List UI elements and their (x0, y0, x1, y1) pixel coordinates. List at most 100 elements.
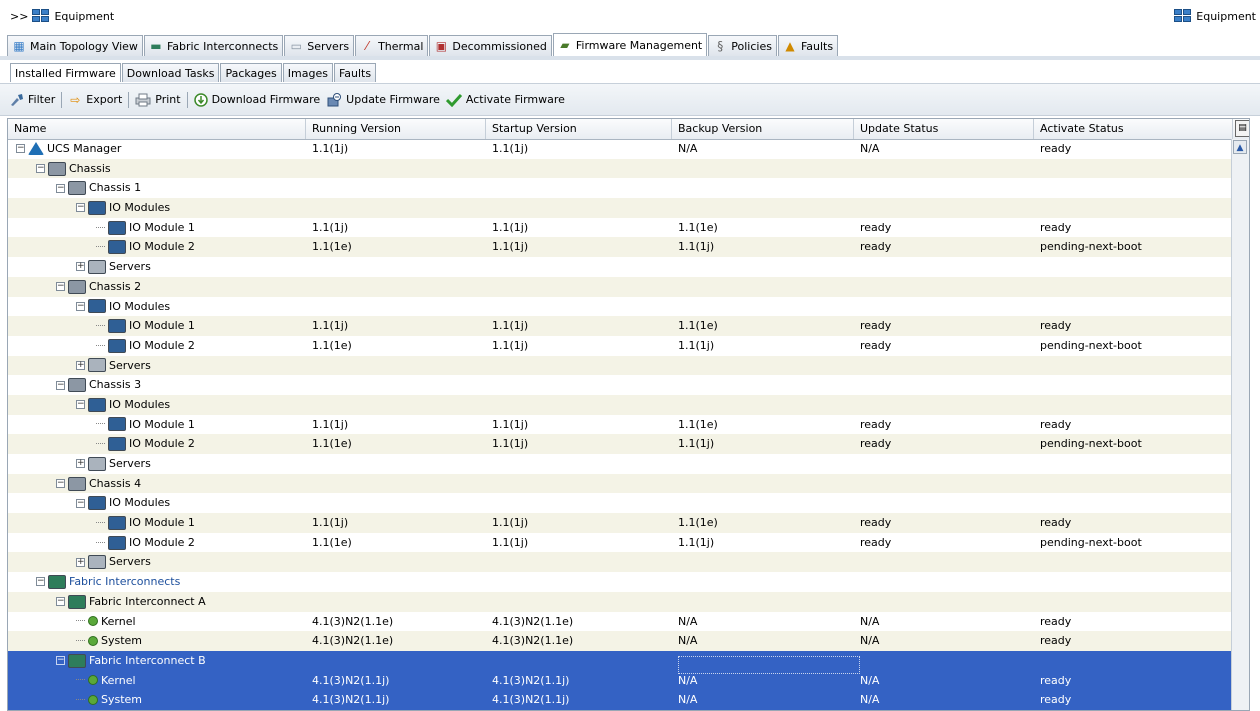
subtab-faults[interactable]: Faults (333, 63, 377, 82)
collapse-icon[interactable]: − (76, 498, 85, 508)
collapse-icon[interactable]: − (76, 400, 85, 410)
column-header-running-version[interactable]: Running Version (306, 119, 486, 139)
subtab-images[interactable]: Images (282, 63, 333, 82)
column-header-update-status[interactable]: Update Status (854, 119, 1034, 139)
tree-node-label: IO Module 1 (129, 319, 195, 333)
expand-icon[interactable]: + (76, 360, 85, 370)
update-status-cell: N/A (860, 673, 880, 687)
table-row[interactable]: + Servers (8, 552, 1233, 573)
table-row[interactable]: Kernel 4.1(3)N2(1.1j) 4.1(3)N2(1.1j) N/A N/A… (8, 670, 1233, 691)
collapse-icon[interactable]: − (56, 282, 65, 292)
table-row[interactable]: IO Module 2 1.1(1e) 1.1(1j) 1.1(1j) ready pen… (8, 434, 1233, 454)
table-row[interactable]: − Chassis 3 (8, 375, 1233, 395)
table-row[interactable]: − IO Modules (8, 198, 1233, 218)
column-header-activate-status[interactable]: Activate Status (1034, 119, 1233, 139)
table-row[interactable]: IO Module 1 1.1(1j) 1.1(1j) 1.1(1e) ready rea… (8, 316, 1233, 336)
activate-status-cell: pending-next-boot (1040, 338, 1142, 352)
vertical-scrollbar[interactable]: ▲ (1231, 139, 1249, 710)
collapse-icon[interactable]: − (56, 656, 65, 666)
tab-decommissioned[interactable]: ▣ Decommissioned (429, 35, 552, 56)
equipment-icon (1174, 9, 1192, 23)
table-row[interactable]: IO Module 1 1.1(1j) 1.1(1j) 1.1(1e) ready rea… (8, 513, 1233, 533)
tab-faults[interactable]: ▲ Faults (777, 35, 839, 56)
subtab-packages[interactable]: Packages (220, 63, 282, 82)
table-row[interactable]: + Servers (8, 454, 1233, 474)
tab-main-topology-view[interactable]: ▦ Main Topology View (7, 35, 143, 56)
collapse-icon[interactable]: − (36, 577, 45, 587)
expand-icon[interactable]: + (76, 459, 85, 469)
expand-icon[interactable]: + (76, 557, 85, 567)
tree-table-body: − UCS Manager 1.1(1j) 1.1(1j) N/A N/A ready − Ch… (8, 139, 1233, 710)
table-row[interactable]: − Chassis 2 (8, 276, 1233, 297)
table-row[interactable]: − UCS Manager 1.1(1j) 1.1(1j) N/A N/A ready (8, 139, 1233, 159)
tree-node-label: Fabric Interconnect B (89, 653, 206, 667)
collapse-icon[interactable]: − (56, 380, 65, 390)
table-row[interactable]: + Servers (8, 257, 1233, 277)
table-row[interactable]: − IO Modules (8, 493, 1233, 513)
tab-servers[interactable]: ▭ Servers (284, 35, 355, 56)
table-row[interactable]: IO Module 1 1.1(1j) 1.1(1j) 1.1(1e) ready rea… (8, 218, 1233, 238)
tree-connector (76, 640, 85, 642)
table-row[interactable]: − Fabric Interconnect B (8, 650, 1233, 671)
breadcrumb-label[interactable]: Equipment (54, 10, 114, 23)
collapse-icon[interactable]: − (56, 597, 65, 607)
print-label: Print (155, 93, 181, 106)
table-row[interactable]: + Servers (8, 355, 1233, 376)
running-version-cell: 1.1(1j) (312, 417, 349, 431)
collapse-icon[interactable]: − (56, 479, 65, 489)
column-header-backup-version[interactable]: Backup Version (672, 119, 854, 139)
table-row[interactable]: IO Module 2 1.1(1e) 1.1(1j) 1.1(1j) ready pen… (8, 336, 1233, 356)
collapse-icon[interactable]: − (36, 164, 45, 174)
tree-node-label: IO Module 1 (129, 220, 195, 234)
column-header-startup-version[interactable]: Startup Version (486, 119, 672, 139)
tree-node: − IO Modules (76, 297, 170, 317)
activate-firmware-button[interactable]: Activate Firmware (445, 93, 565, 107)
export-button[interactable]: ⇨ Export (68, 93, 122, 107)
table-row[interactable]: System 4.1(3)N2(1.1j) 4.1(3)N2(1.1j) N/A N/A… (8, 690, 1233, 710)
table-row[interactable]: System 4.1(3)N2(1.1e) 4.1(3)N2(1.1e) N/A N/A… (8, 631, 1233, 651)
update-firmware-button[interactable]: Update Firmware (326, 92, 440, 107)
table-row[interactable]: − Fabric Interconnects (8, 572, 1233, 592)
table-row[interactable]: − Fabric Interconnect A (8, 591, 1233, 612)
table-row[interactable]: Kernel 4.1(3)N2(1.1e) 4.1(3)N2(1.1e) N/A N/A… (8, 612, 1233, 632)
table-row[interactable]: IO Module 2 1.1(1e) 1.1(1j) 1.1(1j) ready pen… (8, 533, 1233, 553)
tree-connector (76, 679, 85, 681)
tab-firmware-management[interactable]: ▰ Firmware Management (552, 33, 708, 56)
scroll-up-icon[interactable]: ▲ (1233, 140, 1247, 154)
backup-version-cell: 1.1(1j) (678, 338, 715, 352)
subtab-download-tasks[interactable]: Download Tasks (121, 63, 220, 82)
table-row[interactable]: − Chassis 1 (8, 178, 1233, 198)
table-row[interactable]: − IO Modules (8, 297, 1233, 317)
toolbar: Filter ⇨ Export Print Download Firmware … (0, 83, 1260, 116)
tree-node: − Chassis 1 (56, 178, 141, 198)
tab-fabric-interconnects[interactable]: ▬ Fabric Interconnects (143, 35, 284, 56)
tab-policies[interactable]: § Policies (708, 35, 777, 56)
startup-version-cell: 1.1(1j) (492, 437, 529, 451)
collapse-icon[interactable]: − (16, 144, 25, 154)
running-version-cell: 1.1(1e) (312, 240, 352, 254)
tree-node: − Chassis 2 (56, 277, 141, 297)
collapse-icon[interactable]: − (56, 183, 65, 193)
print-button[interactable]: Print (135, 93, 181, 107)
tree-node: Kernel (76, 671, 136, 691)
table-row[interactable]: IO Module 2 1.1(1e) 1.1(1j) 1.1(1j) ready pen… (8, 237, 1233, 258)
table-row[interactable]: − Chassis 4 (8, 473, 1233, 494)
collapse-icon[interactable]: − (76, 301, 85, 311)
table-row[interactable]: IO Module 1 1.1(1j) 1.1(1j) 1.1(1e) ready rea… (8, 415, 1233, 435)
tab-label: Policies (731, 39, 772, 53)
download-firmware-button[interactable]: Download Firmware (193, 92, 320, 107)
filter-button[interactable]: Filter (10, 93, 55, 107)
column-header-name[interactable]: Name (8, 119, 306, 139)
chassis-icon (68, 476, 86, 491)
column-chooser-icon[interactable]: ▤ (1235, 120, 1249, 137)
expand-icon[interactable]: + (76, 262, 85, 272)
tree-node-label: IO Modules (109, 299, 171, 313)
tab-thermal[interactable]: ⁄ Thermal (355, 35, 429, 56)
table-row[interactable]: − Chassis (8, 158, 1233, 179)
subtab-installed-firmware[interactable]: Installed Firmware (10, 63, 121, 82)
collapse-icon[interactable]: − (76, 203, 85, 213)
running-version-cell: 1.1(1e) (312, 535, 352, 549)
table-row[interactable]: − IO Modules (8, 394, 1233, 415)
activate-status-cell: pending-next-boot (1040, 535, 1142, 549)
tree-connector (96, 541, 105, 544)
